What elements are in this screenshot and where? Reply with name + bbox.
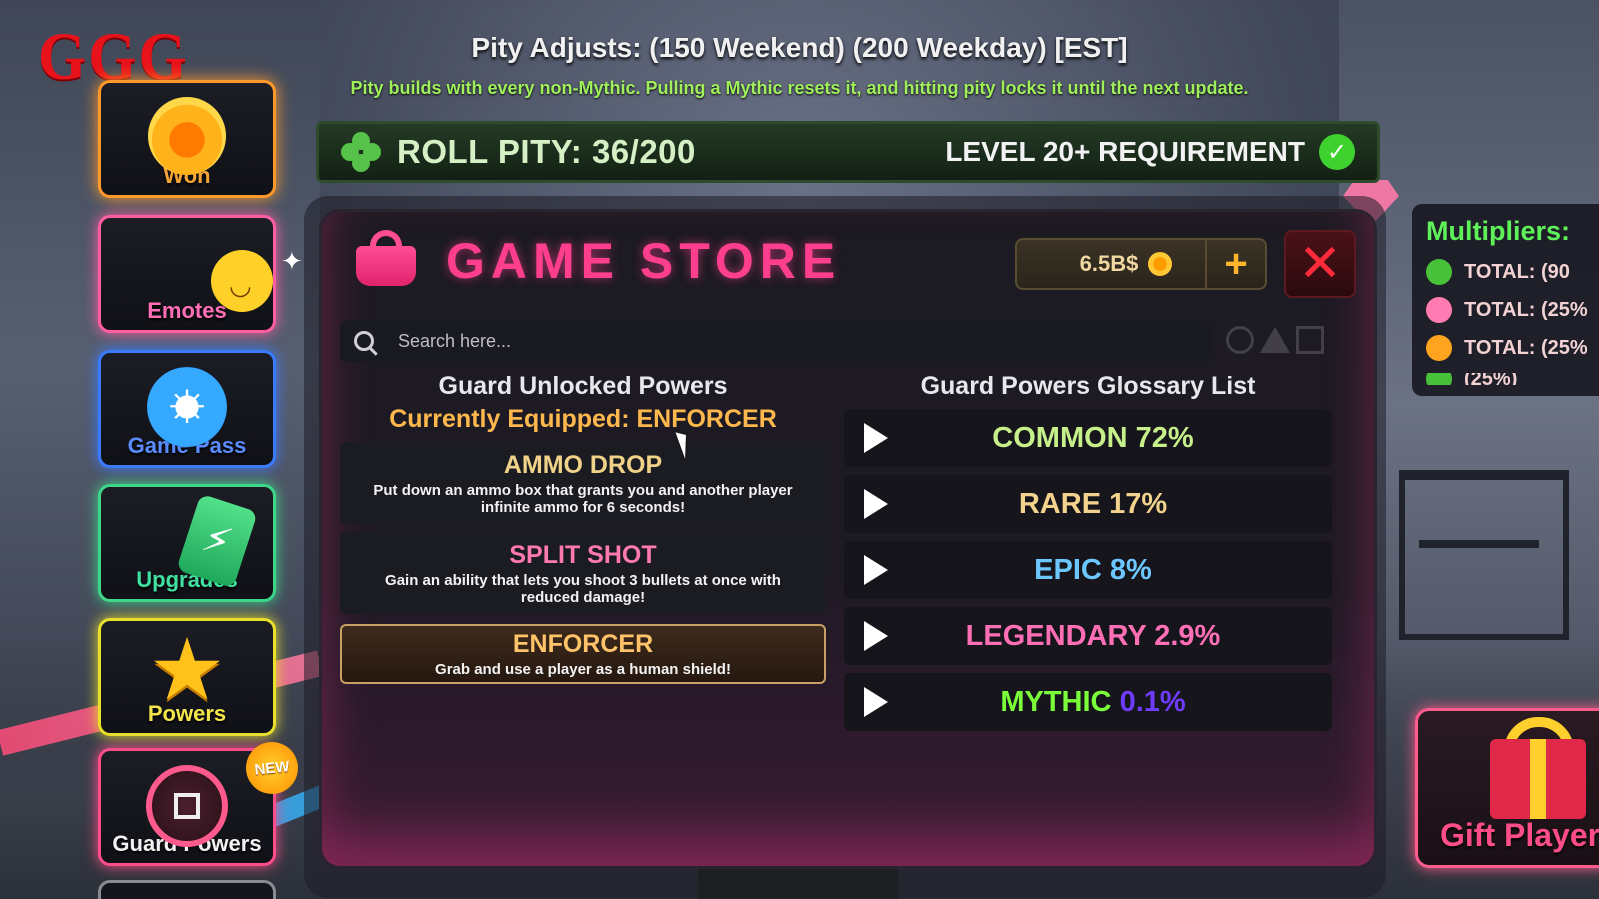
currency-display: 6.5B$ + — [1015, 238, 1267, 290]
roll-pity-bar: ROLL PITY: 36/200 LEVEL 20+ REQUIREMENT … — [316, 121, 1380, 183]
clover-icon — [1426, 259, 1452, 285]
pity-adjusts-title: Pity Adjusts: (150 Weekend) (200 Weekday… — [471, 32, 1128, 63]
power-description: Put down an ammo box that grants you and… — [373, 481, 793, 516]
search-bar — [340, 320, 1210, 362]
multiplier-row: TOTAL: (90 — [1426, 259, 1598, 285]
play-icon[interactable] — [864, 555, 888, 585]
multiplier-value: TOTAL: (25% — [1464, 336, 1588, 359]
unlocked-powers-title: Guard Unlocked Powers — [438, 372, 728, 400]
play-icon[interactable] — [864, 423, 888, 453]
close-button[interactable]: ✕ — [1284, 230, 1356, 298]
sidebar-button-partial[interactable] — [98, 880, 276, 899]
gamepass-icon: ✳ — [147, 367, 227, 447]
power-card-enforcer[interactable]: ENFORCER Grab and use a player as a huma… — [340, 624, 826, 684]
sparkle-icon: ✦ — [281, 246, 303, 276]
gift-icon — [1490, 739, 1586, 819]
rarity-row-rare[interactable]: RARE 17% — [844, 475, 1332, 533]
clover-icon — [341, 132, 381, 172]
glossary-title: Guard Powers Glossary List — [920, 372, 1256, 400]
sidebar-label: Emotes — [147, 298, 227, 323]
triangle-icon — [1260, 327, 1290, 353]
rarity-row-epic[interactable]: EPIC 8% — [844, 541, 1332, 599]
store-header: GAME STORE 6.5B$ + ✕ — [322, 212, 1374, 304]
check-icon: ✓ — [1319, 134, 1355, 170]
currency-amount: 6.5B$ — [1079, 251, 1139, 276]
shape-symbols — [1226, 320, 1336, 360]
rarity-label: EPIC 8% — [1034, 553, 1152, 586]
power-description: Grab and use a player as a human shield! — [435, 661, 731, 678]
star-icon — [1426, 297, 1452, 323]
bunk-bed — [1399, 470, 1569, 640]
power-card-split-shot[interactable]: SPLIT SHOT Gain an ability that lets you… — [340, 532, 826, 614]
roll-pity-count: ROLL PITY: 36/200 — [397, 133, 696, 170]
play-icon[interactable] — [864, 621, 888, 651]
level-requirement: LEVEL 20+ REQUIREMENT — [945, 136, 1305, 167]
basket-icon — [352, 228, 420, 288]
multiplier-value: TOTAL: (90 — [1464, 260, 1570, 283]
mythic-name: MYTHIC — [1000, 685, 1112, 718]
sidebar-button-game-pass[interactable]: ✳ Game Pass — [98, 350, 276, 468]
rarity-row-common[interactable]: COMMON 72% — [844, 409, 1332, 467]
equipped-power-label: Currently Equipped: ENFORCER — [389, 405, 777, 433]
play-icon[interactable] — [864, 489, 888, 519]
coin-icon — [1148, 252, 1173, 276]
multiplier-row: TOTAL: (25% — [1426, 297, 1598, 323]
add-currency-button[interactable]: + — [1205, 240, 1265, 288]
rarity-label: LEGENDARY 2.9% — [965, 619, 1221, 652]
sidebar-button-won[interactable]: Won — [98, 80, 276, 198]
gift-player-label: Gift Player — [1440, 817, 1599, 853]
store-title: GAME STORE — [446, 233, 842, 289]
guard-icon — [146, 765, 228, 847]
power-card-ammo-drop[interactable]: AMMO DROP Put down an ammo box that gran… — [340, 442, 826, 524]
sidebar-button-powers[interactable]: ★ Powers — [98, 618, 276, 736]
multiplier-value: TOTAL: (25% — [1464, 298, 1588, 321]
power-name: SPLIT SHOT — [509, 540, 657, 569]
gift-player-button[interactable]: Gift Player — [1415, 708, 1599, 868]
power-name: AMMO DROP — [503, 450, 663, 479]
coin-icon — [148, 97, 226, 175]
sidebar-button-emotes[interactable]: ✦ Emotes — [98, 215, 303, 333]
power-name: ENFORCER — [512, 630, 654, 658]
play-icon[interactable] — [864, 687, 888, 717]
emote-icon: ✦ — [211, 246, 303, 312]
coin-icon — [1426, 335, 1452, 361]
rarity-label: MYTHIC 0.1% — [844, 686, 1332, 719]
search-input[interactable] — [398, 330, 1158, 352]
sidebar-button-upgrades[interactable]: ⚡ Upgrades — [98, 484, 276, 602]
rarity-label: COMMON 72% — [992, 421, 1194, 454]
bunk-bed-rail — [1419, 540, 1539, 548]
multiplier-value: (25%) — [1464, 373, 1518, 385]
multipliers-title: Multipliers: — [1426, 216, 1571, 246]
circle-icon — [1226, 326, 1254, 354]
clover-icon — [1426, 373, 1452, 385]
multiplier-row: TOTAL: (25% — [1426, 335, 1598, 361]
power-description: Gain an ability that lets you shoot 3 bu… — [385, 571, 781, 606]
game-store-panel: GAME STORE 6.5B$ + ✕ Guard Unlocked Powe… — [322, 212, 1374, 866]
multiplier-row: (25%) — [1426, 373, 1598, 385]
rarity-row-legendary[interactable]: LEGENDARY 2.9% — [844, 607, 1332, 665]
mythic-percent: 0.1% — [1119, 685, 1186, 718]
star-icon: ★ — [148, 622, 226, 718]
unlocked-powers-column: Guard Unlocked Powers Currently Equipped… — [340, 372, 826, 684]
search-icon — [354, 331, 374, 351]
currency-value: 6.5B$ — [1017, 251, 1205, 277]
multipliers-panel: Multipliers: TOTAL: (90 TOTAL: (25% TOTA… — [1412, 204, 1599, 396]
rarity-label: RARE 17% — [1018, 487, 1168, 520]
square-icon — [1296, 326, 1324, 354]
glossary-column: Guard Powers Glossary List COMMON 72% RA… — [844, 372, 1332, 731]
rarity-row-mythic[interactable]: MYTHIC 0.1% — [844, 673, 1332, 731]
